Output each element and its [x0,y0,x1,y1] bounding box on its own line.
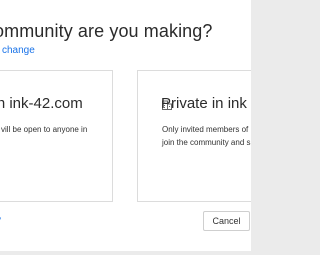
background-strip [0,251,251,255]
footer-link[interactable]: y [0,215,1,226]
card-within-domain-desc: vill be open to anyone in [1,123,87,136]
card-private-domain-title: Private in ink [161,95,247,112]
domain-subline: change [0,45,35,56]
card-private-domain-desc-line1: Only invited members of [162,125,249,134]
dialog-title: ommunity are you making? [0,21,213,41]
card-within-domain-title: thin ink-42.com [0,95,83,112]
card-private-domain[interactable]: Private in ink Only invited members of j… [137,70,251,202]
card-within-domain-desc-line1: vill be open to anyone in [1,125,88,134]
card-private-domain-desc-line2: join the community and s [162,138,251,147]
cancel-button[interactable]: Cancel [203,211,250,231]
create-community-dialog: ommunity are you making? change thin ink… [0,0,251,255]
card-private-domain-desc: Only invited members of join the communi… [162,123,251,149]
change-domain-link[interactable]: change [2,45,35,56]
card-within-domain[interactable]: thin ink-42.com vill be open to anyone i… [0,70,113,202]
